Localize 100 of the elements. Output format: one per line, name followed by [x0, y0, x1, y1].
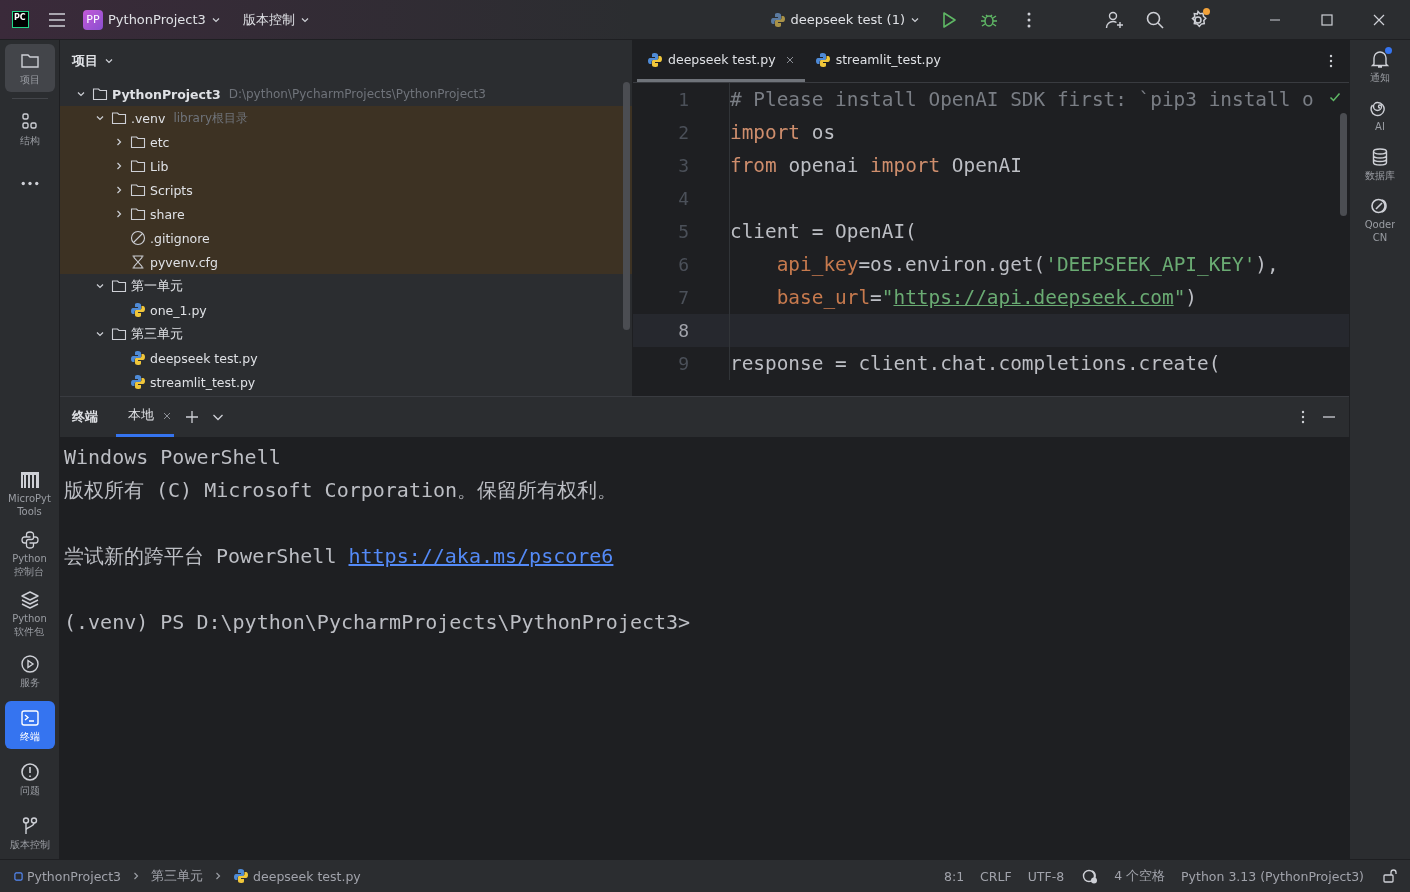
- folder-icon: [92, 86, 108, 102]
- config-file-icon: [130, 254, 146, 270]
- project-switcher[interactable]: PP PythonProject3: [77, 5, 227, 34]
- tree-item[interactable]: deepseek test.py: [60, 346, 632, 370]
- run-configuration[interactable]: deepseek test (1): [763, 7, 926, 32]
- code-line: # Please install OpenAI SDK first: `pip3 install o: [730, 88, 1314, 111]
- tool-window-button[interactable]: Python 软件包: [4, 587, 55, 641]
- tool-window-button[interactable]: AI: [1355, 95, 1405, 136]
- project-view-dropdown[interactable]: 项目: [66, 51, 120, 71]
- micropython-icon: [19, 470, 40, 490]
- tool-window-button[interactable]: 版本控制: [4, 809, 55, 857]
- code-line: client = OpenAI(: [730, 220, 917, 243]
- tree-item[interactable]: Lib: [60, 154, 632, 178]
- status-item[interactable]: CRLF: [980, 868, 1012, 884]
- status-item[interactable]: 4 个空格: [1114, 867, 1166, 885]
- folder-icon: [130, 158, 146, 174]
- layers-icon: [19, 590, 40, 610]
- tool-window-button[interactable]: 项目: [4, 44, 55, 92]
- editor-tab[interactable]: streamlit_test.py: [804, 40, 951, 82]
- folder-icon: [130, 206, 146, 222]
- tree-item[interactable]: 第三单元: [60, 322, 632, 346]
- structure-icon: [19, 111, 40, 132]
- tree-item[interactable]: 第一单元: [60, 274, 632, 298]
- ai-status-icon[interactable]: [1082, 868, 1099, 884]
- tree-item[interactable]: one_1.py: [60, 298, 632, 322]
- vcs-menu[interactable]: 版本控制: [236, 6, 316, 33]
- python-icon: [130, 350, 146, 366]
- chevron-down-icon[interactable]: [95, 329, 105, 339]
- python-icon: [233, 868, 250, 884]
- check-icon: [1329, 91, 1341, 103]
- search-icon[interactable]: [1145, 9, 1165, 30]
- chevron-right-icon[interactable]: [114, 137, 124, 147]
- status-item[interactable]: UTF-8: [1027, 868, 1065, 884]
- code-line: response = client.chat.completions.create(: [730, 352, 1221, 375]
- plus-icon[interactable]: [184, 409, 200, 425]
- terminal-text: 版权所有 (C) Microsoft Corporation。保留所有权利。: [64, 478, 618, 502]
- python-icon: [769, 11, 786, 28]
- tree-item[interactable]: streamlit_test.py: [60, 370, 632, 394]
- terminal-link[interactable]: https://aka.ms/pscore6: [348, 544, 614, 568]
- project-badge: PP: [83, 9, 103, 30]
- scrollbar-thumb[interactable]: [623, 82, 630, 330]
- editor-tab[interactable]: deepseek test.py: [637, 40, 805, 82]
- app-logo[interactable]: PC: [12, 11, 29, 28]
- chevron-down-icon[interactable]: [95, 113, 105, 123]
- code-line: import os: [730, 121, 836, 144]
- python-icon: [647, 51, 663, 68]
- add-user-icon[interactable]: [1105, 9, 1125, 30]
- folder-icon: [130, 182, 146, 198]
- scrollbar-thumb[interactable]: [1340, 113, 1347, 216]
- settings-icon[interactable]: [1188, 9, 1208, 30]
- qoder-icon: [1370, 196, 1390, 216]
- prohibited-icon: [130, 230, 146, 246]
- tool-window-button[interactable]: MicroPyt Tools: [4, 467, 55, 521]
- code-line: api_key=os.environ.get('DEEPSEEK_API_KEY'),: [775, 253, 1279, 276]
- chevron-right-icon[interactable]: [114, 185, 124, 195]
- tree-item[interactable]: PythonProject3 D:\python\PycharmProjects\PythonProject3: [60, 82, 632, 106]
- unlocked-icon[interactable]: [1382, 868, 1398, 884]
- terminal-tab[interactable]: 本地: [116, 397, 174, 437]
- project-name: PythonProject3: [108, 12, 206, 27]
- code-line: base_url="https://api.deepseek.com"): [775, 286, 1198, 309]
- tool-window-button[interactable]: 问题: [4, 755, 55, 803]
- close-icon[interactable]: [162, 410, 172, 421]
- breadcrumb[interactable]: 第三单元: [151, 867, 204, 885]
- tool-window-button[interactable]: 结构: [4, 105, 55, 153]
- close-icon[interactable]: [1373, 13, 1385, 26]
- terminal-icon: [19, 707, 40, 728]
- more-horizontal-icon: [20, 180, 39, 186]
- folder-icon: [111, 110, 127, 126]
- tree-item[interactable]: .gitignore: [60, 226, 632, 250]
- tree-item[interactable]: etc: [60, 130, 632, 154]
- tool-window-button[interactable]: 服务: [4, 647, 55, 695]
- tool-window-button[interactable]: 通知: [1355, 46, 1405, 87]
- tool-window-button[interactable]: 数据库: [1355, 144, 1405, 185]
- chevron-right-icon[interactable]: [114, 209, 124, 219]
- chevron-right-icon[interactable]: [114, 161, 124, 171]
- breadcrumb[interactable]: PythonProject3: [14, 868, 122, 884]
- tool-window-button[interactable]: Python 控制台: [4, 527, 55, 581]
- chevron-down-icon[interactable]: [76, 89, 86, 99]
- terminal-title: 终端: [72, 408, 98, 426]
- tree-item[interactable]: pyvenv.cfg: [60, 250, 632, 274]
- status-item[interactable]: Python 3.13 (PythonProject3): [1181, 868, 1364, 884]
- tree-item[interactable]: .venv library根目录: [60, 106, 632, 130]
- status-item[interactable]: 8:1: [944, 868, 965, 884]
- python-icon: [814, 51, 831, 68]
- module-icon: [14, 871, 23, 881]
- chevron-down-icon[interactable]: [95, 281, 105, 291]
- close-icon[interactable]: [784, 54, 795, 65]
- tool-window-button[interactable]: Qoder CN: [1355, 193, 1405, 247]
- terminal-text: Windows PowerShell: [64, 445, 281, 469]
- tree-item[interactable]: share: [60, 202, 632, 226]
- maximize-icon[interactable]: [1321, 13, 1333, 26]
- folder-icon: [111, 278, 127, 294]
- bell-icon: [1370, 49, 1390, 69]
- play-circle-icon: [19, 653, 40, 674]
- breadcrumb[interactable]: deepseek test.py: [233, 868, 361, 884]
- python-icon: [130, 374, 146, 390]
- python-icon: [130, 302, 146, 318]
- tool-window-button[interactable]: 终端: [4, 701, 55, 749]
- tree-item[interactable]: Scripts: [60, 178, 632, 202]
- terminal-text: (.venv) PS D:\python\PycharmProjects\PythonProject3>: [64, 610, 691, 634]
